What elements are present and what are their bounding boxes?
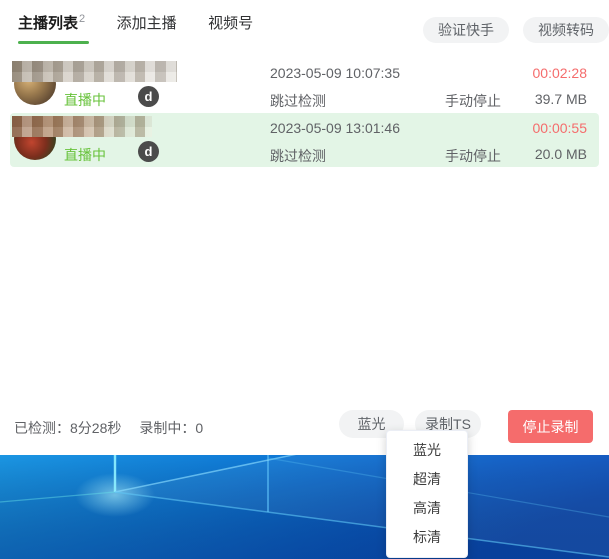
skip-check-toggle[interactable]: 跳过检测 xyxy=(270,91,326,111)
streamer-count-badge: 2 xyxy=(79,13,85,25)
checked-duration-text: 已检测：8分28秒 xyxy=(14,420,121,436)
live-status-label: 直播中 xyxy=(64,145,106,165)
manual-stop-toggle[interactable]: 手动停止 xyxy=(445,146,501,166)
censored-name xyxy=(12,61,177,82)
live-status-label: 直播中 xyxy=(64,90,106,110)
verify-kuaishou-button[interactable]: 验证快手 xyxy=(423,17,509,43)
record-duration: 00:02:28 xyxy=(533,65,588,81)
quality-option-ultra[interactable]: 超清 xyxy=(387,465,467,494)
tab-bar: 主播列表2 添加主播 视频号 验证快手 视频转码 xyxy=(0,0,609,58)
streamer-list: 直播中 d 2023-05-09 10:07:35 00:02:28 跳过检测 … xyxy=(0,58,609,167)
file-size: 39.7 MB xyxy=(535,91,587,107)
recorder-app-window: 主播列表2 添加主播 视频号 验证快手 视频转码 直播中 d 2023-05-0… xyxy=(0,0,609,455)
screen: 主播列表2 添加主播 视频号 验证快手 视频转码 直播中 d 2023-05-0… xyxy=(0,0,609,559)
status-line: 已检测：8分28秒 录制中：0 xyxy=(14,418,221,438)
quality-option-high[interactable]: 高清 xyxy=(387,494,467,523)
quality-option-bluray[interactable]: 蓝光 xyxy=(387,436,467,465)
tab-add-streamer-label: 添加主播 xyxy=(117,15,177,32)
recording-count-text: 录制中：0 xyxy=(139,420,203,436)
manual-stop-toggle[interactable]: 手动停止 xyxy=(445,91,501,111)
tab-video-account-label: 视频号 xyxy=(208,15,253,32)
platform-d-icon: d xyxy=(138,141,159,162)
streamer-row[interactable]: 直播中 d 2023-05-09 13:01:46 00:00:55 跳过检测 … xyxy=(10,113,599,167)
streamer-row[interactable]: 直播中 d 2023-05-09 10:07:35 00:02:28 跳过检测 … xyxy=(10,58,599,112)
start-time: 2023-05-09 10:07:35 xyxy=(270,65,400,81)
censored-name xyxy=(12,116,152,137)
stop-record-button[interactable]: 停止录制 xyxy=(508,410,593,443)
quality-option-standard[interactable]: 标清 xyxy=(387,523,467,552)
start-time: 2023-05-09 13:01:46 xyxy=(270,120,400,136)
tab-streamer-list[interactable]: 主播列表2 xyxy=(18,12,85,44)
windows-desktop-wallpaper xyxy=(0,455,609,559)
record-duration: 00:00:55 xyxy=(533,120,588,136)
quality-dropdown-menu: 蓝光 超清 高清 标清 xyxy=(386,430,468,558)
file-size: 20.0 MB xyxy=(535,146,587,162)
tab-streamer-list-label: 主播列表 xyxy=(18,15,78,32)
skip-check-toggle[interactable]: 跳过检测 xyxy=(270,146,326,166)
active-tab-underline xyxy=(18,41,89,44)
tab-video-account[interactable]: 视频号 xyxy=(208,12,253,44)
footer-bar: 已检测：8分28秒录制中：0 蓝光 录制TS 停止录制 xyxy=(0,408,609,455)
tab-add-streamer[interactable]: 添加主播 xyxy=(117,12,177,44)
platform-d-icon: d xyxy=(138,86,159,107)
video-transcode-button[interactable]: 视频转码 xyxy=(523,17,609,43)
windows-logo-wallpaper xyxy=(0,455,609,559)
